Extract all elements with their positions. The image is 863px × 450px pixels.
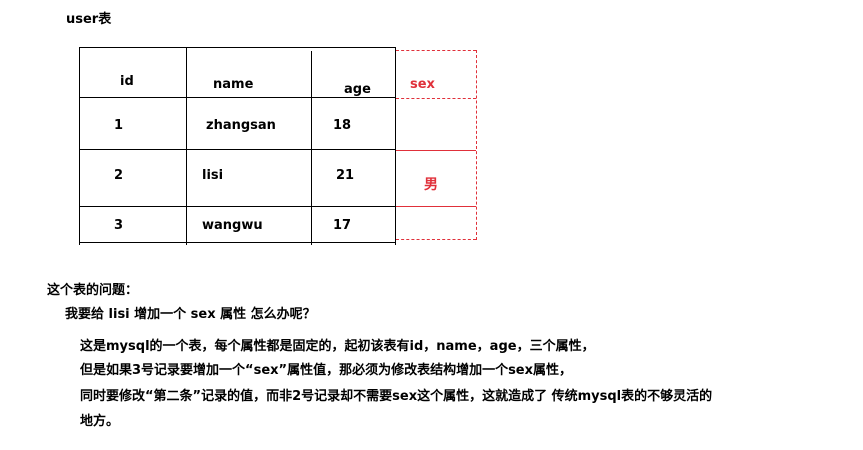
table-row-divider	[80, 97, 395, 98]
cell-id: 3	[114, 218, 124, 233]
table-column-divider	[311, 51, 312, 245]
explanation-line: 地方。	[80, 414, 120, 429]
table-row-divider	[80, 206, 395, 207]
dashed-header-divider	[396, 98, 476, 99]
cell-age: 18	[333, 118, 352, 133]
table-left-border	[79, 47, 80, 245]
sex-cell-value: 男	[424, 177, 438, 193]
cell-name: zhangsan	[206, 118, 276, 133]
explanation-line: 同时要修改“第二条”记录的值，而非2号记录却不需要sex这个属性，这就造成了 传…	[80, 389, 713, 404]
sex-cell-top-line	[396, 150, 476, 151]
table-right-border	[395, 47, 396, 245]
column-header-id: id	[120, 74, 134, 89]
sex-column-header: sex	[410, 77, 435, 92]
explanation-line: 但是如果3号记录要增加一个“sex”属性值，那必须为修改表结构增加一个sex属性…	[80, 363, 573, 378]
table-bottom-border	[80, 242, 395, 243]
dashed-bottom-border	[396, 239, 476, 240]
sex-cell-bottom-line	[396, 206, 476, 207]
table-column-divider	[186, 47, 187, 245]
table-row-divider	[80, 149, 395, 150]
dashed-right-border	[476, 50, 477, 240]
dashed-top-border	[396, 50, 476, 51]
cell-id: 2	[114, 168, 124, 183]
cell-name: lisi	[202, 168, 224, 183]
question-text: 我要给 lisi 增加一个 sex 属性 怎么办呢？	[65, 307, 316, 322]
column-header-age: age	[344, 82, 371, 97]
column-header-name: name	[213, 77, 254, 92]
table-top-border	[80, 47, 395, 48]
cell-name: wangwu	[202, 218, 263, 233]
explanation-line: 这是mysql的一个表，每个属性都是固定的，起初该表有id，name，age，三…	[80, 339, 595, 354]
cell-age: 17	[333, 218, 352, 233]
cell-age: 21	[336, 168, 355, 183]
cell-id: 1	[114, 118, 124, 133]
table-heading: user表	[66, 12, 112, 27]
problem-title: 这个表的问题：	[47, 283, 139, 298]
